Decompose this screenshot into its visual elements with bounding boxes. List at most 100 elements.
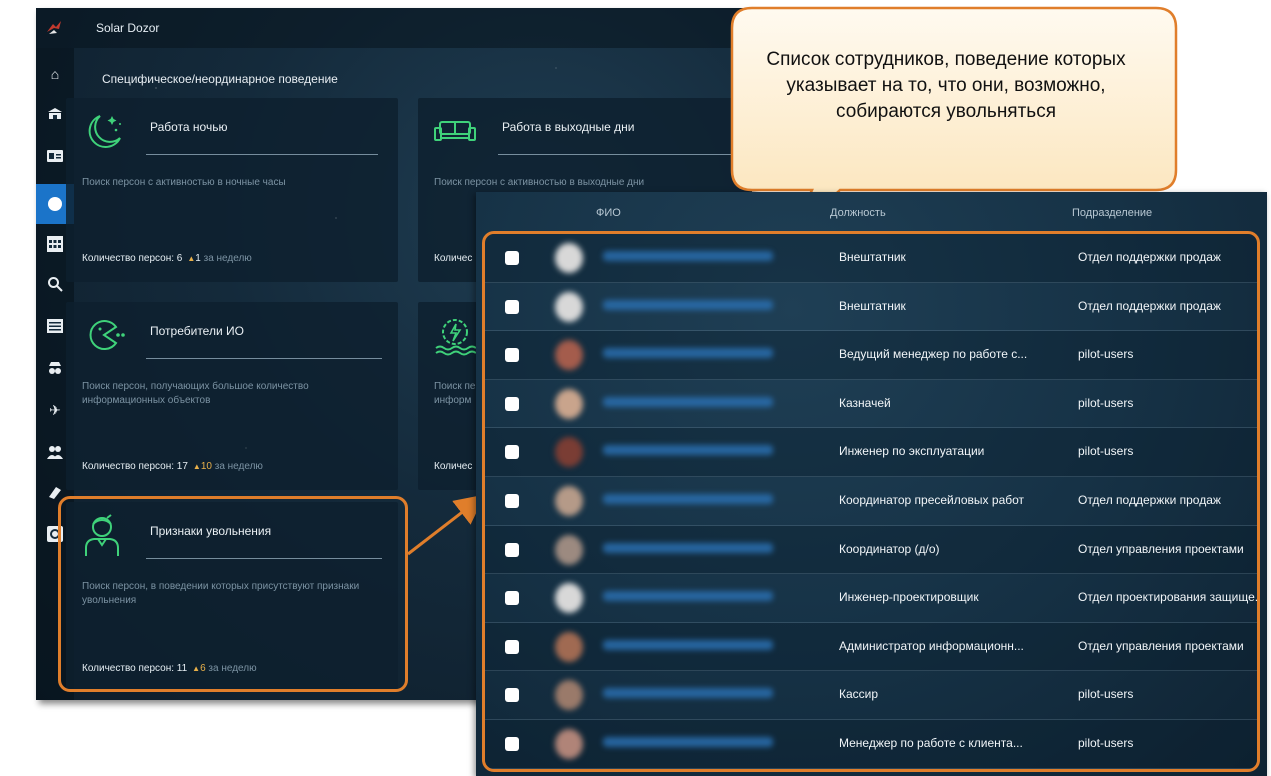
employee-department: pilot-users xyxy=(1078,444,1134,459)
row-checkbox[interactable] xyxy=(505,396,519,411)
table-row[interactable]: Администратор информационн... Отдел упра… xyxy=(485,622,1257,672)
table-row[interactable]: Координатор пресейловых работ Отдел подд… xyxy=(485,477,1257,526)
table-row[interactable]: Кассир pilot-users xyxy=(485,671,1257,720)
table-row[interactable]: Менеджер по работе с клиента... pilot-us… xyxy=(485,720,1257,769)
table-row[interactable]: Инженер по эксплуатации pilot-users xyxy=(485,428,1257,477)
count-period: за неделю xyxy=(203,253,252,264)
employees-table: ФИО Должность Подразделение Внештатник О… xyxy=(476,192,1267,776)
row-checkbox[interactable] xyxy=(505,591,519,606)
row-checkbox[interactable] xyxy=(505,299,519,314)
top-bar: Solar Dozor xyxy=(36,8,752,48)
column-header-fio[interactable]: ФИО xyxy=(596,207,621,219)
avatar xyxy=(555,729,583,759)
card-description: Поиск персон с активностью в выходные дн… xyxy=(434,177,645,188)
pacman-icon xyxy=(89,320,125,350)
calendar-grid-icon[interactable] xyxy=(45,234,65,254)
employee-name-blurred[interactable] xyxy=(603,542,773,553)
table-row[interactable]: Внештатник Отдел поддержки продаж xyxy=(485,283,1257,332)
employee-name-blurred[interactable] xyxy=(603,445,773,456)
employee-name-blurred[interactable] xyxy=(603,639,773,650)
card-title: Работа ночью xyxy=(150,120,228,134)
card-title: Потребители ИО xyxy=(150,324,244,338)
employee-name-blurred[interactable] xyxy=(603,348,773,359)
employee-position: Инженер-проектировщик xyxy=(839,590,979,605)
rows-highlight-frame: Внештатник Отдел поддержки продаж Внешта… xyxy=(482,231,1260,772)
count-delta: 10 xyxy=(200,461,212,472)
employee-position: Инженер по эксплуатации xyxy=(839,444,985,459)
row-checkbox[interactable] xyxy=(505,688,519,703)
card-night-work[interactable]: Работа ночью Поиск персон с активностью … xyxy=(66,98,398,282)
employee-department: Отдел управления проектами xyxy=(1078,638,1244,653)
table-row[interactable]: Внештатник Отдел поддержки продаж xyxy=(485,234,1257,283)
app-title: Solar Dozor xyxy=(96,21,160,35)
column-header-position[interactable]: Должность xyxy=(830,207,886,219)
employee-name-blurred[interactable] xyxy=(603,396,773,407)
avatar xyxy=(555,583,583,614)
app-logo-icon xyxy=(47,21,61,34)
employee-name-blurred[interactable] xyxy=(603,494,773,504)
moon-stars-icon xyxy=(88,115,121,148)
count-delta: 1 xyxy=(195,253,201,264)
count-period: за неделю xyxy=(214,461,263,472)
table-row[interactable]: Координатор (д/о) Отдел управления проек… xyxy=(485,525,1257,575)
employee-name-blurred[interactable] xyxy=(603,737,773,747)
row-checkbox[interactable] xyxy=(505,445,519,460)
employee-position: Кассир xyxy=(839,687,879,702)
card-divider xyxy=(146,154,378,155)
spy-icon[interactable] xyxy=(45,358,65,378)
card-title: Работа в выходные дни xyxy=(502,120,635,134)
row-checkbox[interactable] xyxy=(505,737,519,751)
employee-position: Координатор пресейловых работ xyxy=(839,493,1025,507)
list-icon[interactable] xyxy=(45,316,65,336)
avatar xyxy=(555,631,583,662)
employee-department: Отдел поддержки продаж xyxy=(1078,493,1221,507)
users-icon[interactable] xyxy=(45,442,65,462)
employee-department: pilot-users xyxy=(1078,395,1134,410)
column-header-department[interactable]: Подразделение xyxy=(1072,207,1152,219)
sofa-icon xyxy=(434,121,476,141)
search-icon[interactable] xyxy=(45,274,65,294)
power-gear-icon xyxy=(435,319,477,356)
employee-name-blurred[interactable] xyxy=(603,591,773,602)
avatar xyxy=(555,340,583,371)
row-checkbox[interactable] xyxy=(505,639,519,654)
employee-position: Казначей xyxy=(839,395,891,410)
employee-department: Отдел управления проектами xyxy=(1078,541,1244,556)
employee-name-blurred[interactable] xyxy=(603,299,773,310)
employee-position: Внештатник xyxy=(839,250,906,264)
employee-department: pilot-users xyxy=(1078,687,1134,702)
card-highlight-frame xyxy=(58,496,408,692)
card-count: Количес xyxy=(434,253,473,264)
bank-icon[interactable] xyxy=(45,104,65,124)
avatar xyxy=(555,437,583,468)
count-label: Количество персон: 17 xyxy=(82,461,188,472)
employee-department: pilot-users xyxy=(1078,736,1134,750)
employee-position: Ведущий менеджер по работе с... xyxy=(839,347,1028,362)
table-row[interactable]: Казначей pilot-users xyxy=(485,380,1257,429)
avatar xyxy=(555,243,583,273)
card-description: Поиск персон с активностью в ночные часы xyxy=(82,177,286,188)
table-row[interactable]: Инженер-проектировщик Отдел проектирован… xyxy=(485,574,1257,623)
row-checkbox[interactable] xyxy=(505,251,519,265)
table-row[interactable]: Ведущий менеджер по работе с... pilot-us… xyxy=(485,331,1257,380)
card-divider xyxy=(146,358,382,359)
avatar xyxy=(555,534,583,565)
employee-department: Отдел проектирования защище... xyxy=(1078,590,1260,605)
callout-text: Список сотрудников, поведение которых ук… xyxy=(766,49,1126,122)
row-checkbox[interactable] xyxy=(505,542,519,557)
card-count: Количество персон: 17 ▲10 за неделю xyxy=(82,461,263,472)
employee-name-blurred[interactable] xyxy=(603,251,773,261)
row-checkbox[interactable] xyxy=(505,494,519,508)
home-icon[interactable]: ⌂ xyxy=(45,64,65,84)
avatar xyxy=(555,291,583,322)
trend-up-icon: ▲ xyxy=(192,462,201,471)
card-count: Количес xyxy=(434,461,473,472)
plane-icon[interactable]: ✈ xyxy=(45,400,65,420)
employee-department: Отдел поддержки продаж xyxy=(1078,250,1221,264)
row-checkbox[interactable] xyxy=(505,348,519,363)
employee-position: Менеджер по работе с клиента... xyxy=(839,736,1023,750)
employee-name-blurred[interactable] xyxy=(603,688,773,699)
screenshot-stage: Solar Dozor ⌂ ✈ Специфическое/неординарн… xyxy=(0,0,1271,776)
id-card-icon[interactable] xyxy=(45,146,65,166)
card-io-consumers[interactable]: Потребители ИО Поиск персон, получающих … xyxy=(66,302,398,490)
